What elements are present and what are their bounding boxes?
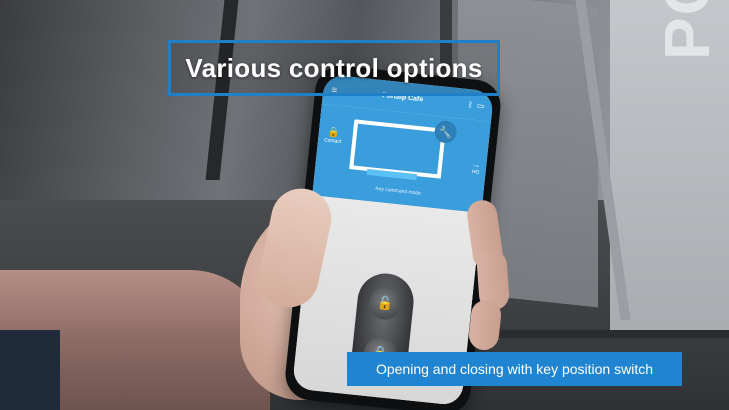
gate-panel: 🔒 Contact 🔧 → HO Key command mode: [312, 103, 491, 214]
ho-control[interactable]: → HO: [471, 160, 480, 176]
bluetooth-icon: ᛒ: [467, 99, 474, 110]
overlay-title: Various control options: [185, 52, 483, 83]
title-overlay: Various control options: [168, 40, 500, 96]
ho-label: HO: [471, 168, 480, 176]
jacket: [0, 330, 60, 410]
door-sign-text: PORTO: [650, 0, 724, 60]
contact-control[interactable]: 🔒 Contact: [324, 126, 343, 145]
unlock-icon[interactable]: 🔓: [367, 285, 403, 322]
status-icons: ᛒ ▭: [468, 100, 485, 111]
video-frame: PORTO ≡ Portalp Cafe ᛒ ▭ 🔒 Contact 🔧: [0, 0, 729, 410]
gate-illustration: [349, 119, 446, 179]
caption-overlay: Opening and closing with key position sw…: [347, 352, 682, 386]
contact-label: Contact: [323, 137, 342, 146]
battery-icon: ▭: [476, 100, 485, 111]
